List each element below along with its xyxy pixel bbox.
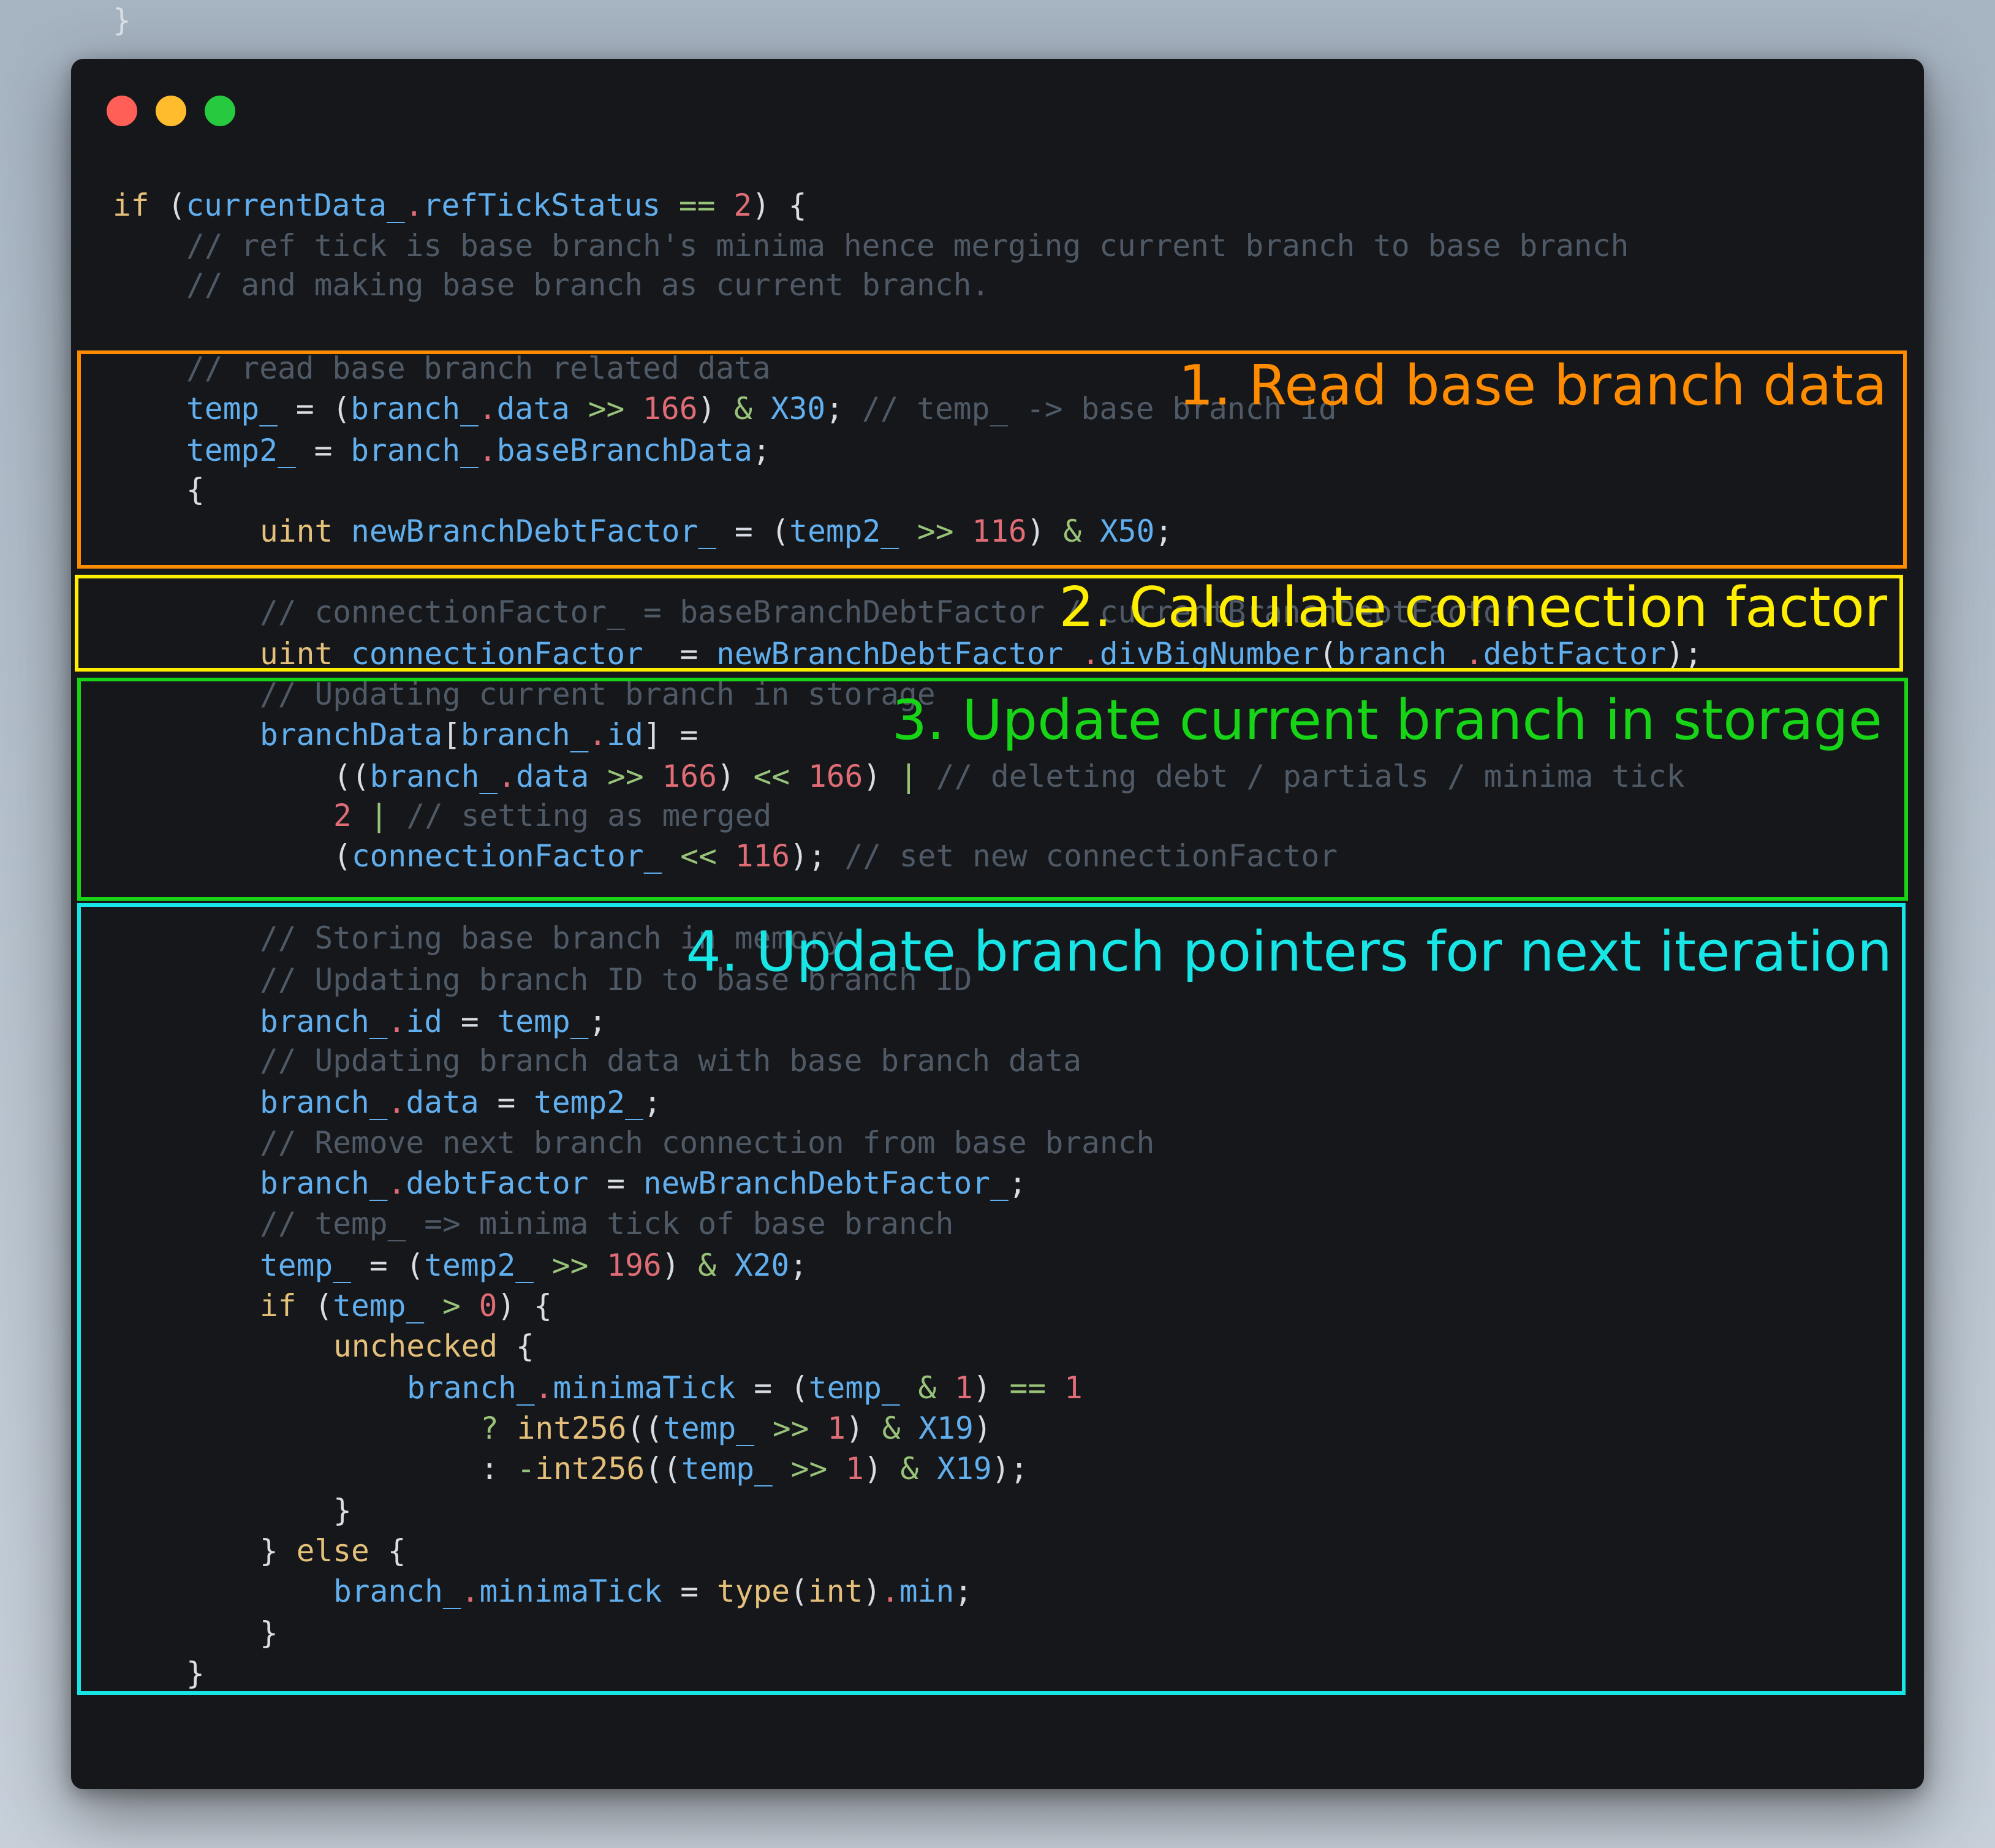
code-token: ) { (752, 187, 807, 223)
code-line: if (currentData_.refTickStatus == 2) { (113, 185, 807, 225)
code-token: // ref tick is base branch's minima henc… (186, 228, 1629, 263)
code-token: refTickStatus (423, 187, 661, 223)
code-token: 2 (733, 187, 752, 223)
code-token: } (113, 2, 131, 38)
code-token: ( (149, 187, 186, 223)
annotation-label: 1. Read base branch data (1178, 354, 1887, 418)
code-token: . (404, 187, 423, 223)
code-line: // ref tick is base branch's minima henc… (186, 225, 1629, 266)
annotation-label: 4. Update branch pointers for next itera… (686, 920, 1892, 984)
code-line: } (113, 0, 131, 40)
highlight-box-branch-pointers (77, 903, 1906, 1695)
code-token: == (678, 187, 716, 223)
annotation-label: 2. Calculate connection factor (1059, 575, 1887, 640)
code-token: if (113, 187, 150, 223)
code-token: currentData_ (186, 187, 405, 223)
annotation-label: 3. Update current branch in storage (892, 688, 1882, 752)
code-line: // and making base branch as current bra… (186, 265, 990, 305)
code-token: // and making base branch as current bra… (186, 267, 990, 303)
